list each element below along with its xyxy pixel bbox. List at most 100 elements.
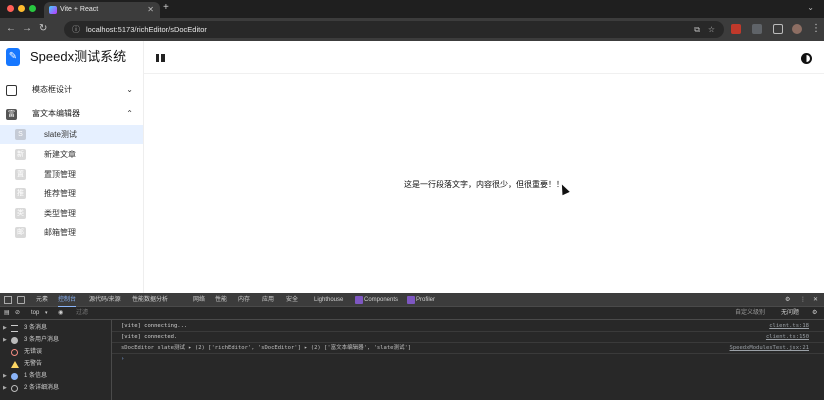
sidebar-item-label: 邮箱管理 bbox=[44, 228, 76, 237]
tab-search-icon[interactable]: ⌄ bbox=[807, 3, 814, 12]
list-item[interactable]: ▶ 3 条消息 bbox=[0, 322, 112, 334]
translate-icon[interactable]: ⧉ bbox=[694, 21, 700, 38]
new-tab-button[interactable]: + bbox=[163, 2, 169, 13]
error-icon bbox=[11, 349, 18, 356]
chevron-down-icon: ▾ bbox=[45, 310, 48, 316]
site-info-icon[interactable]: ⓘ bbox=[72, 21, 80, 38]
maximize-window-button[interactable] bbox=[29, 5, 36, 12]
tab-memory[interactable]: 内存 bbox=[238, 293, 250, 307]
tab-sources[interactable]: 源代码/来源 bbox=[89, 293, 121, 307]
sidebar-toggle-icon[interactable]: ▤ bbox=[4, 307, 10, 320]
list-item[interactable]: ▶ 2 条详细消息 bbox=[0, 382, 112, 394]
chevron-down-icon: ⌄ bbox=[126, 85, 133, 94]
tab-security[interactable]: 安全 bbox=[286, 293, 298, 307]
chevron-up-icon: ⌃ bbox=[126, 109, 133, 118]
extension-icon[interactable] bbox=[731, 24, 741, 34]
browser-tab-strip: Vite + React ✕ + ⌄ bbox=[0, 0, 824, 18]
log-source-link[interactable]: client.ts:18 bbox=[769, 321, 809, 332]
sidebar-item-slate-test[interactable]: S slate测试 bbox=[0, 125, 143, 144]
more-options-icon[interactable]: ⋮ bbox=[800, 293, 806, 307]
minimize-window-button[interactable] bbox=[18, 5, 25, 12]
log-message[interactable]: sDocEditor slate测试 ▸ (2) ['richEditor', … bbox=[121, 343, 411, 354]
device-toolbar-icon[interactable] bbox=[17, 296, 25, 304]
log-source-link[interactable]: client.ts:150 bbox=[766, 332, 809, 343]
reload-icon[interactable]: ↻ bbox=[39, 22, 47, 36]
list-item[interactable]: 无错误 bbox=[0, 346, 112, 358]
sidebar-collapse-icon[interactable] bbox=[156, 54, 165, 62]
user-icon bbox=[11, 337, 18, 344]
sidebar: ✎ Speedx测试系统 模态框设计 ⌄ 富 富文本编辑器 ⌃ S slate测… bbox=[0, 41, 144, 293]
settings-gear-icon[interactable]: ⚙ bbox=[785, 293, 790, 307]
close-tab-icon[interactable]: ✕ bbox=[147, 2, 154, 18]
tab-console[interactable]: 控制台 bbox=[58, 293, 77, 307]
tab-profiler[interactable]: Profiler bbox=[416, 293, 435, 307]
browser-tab[interactable]: Vite + React ✕ bbox=[44, 2, 160, 18]
expand-arrow-icon: ▶ bbox=[3, 373, 7, 379]
close-devtools-icon[interactable]: ✕ bbox=[813, 293, 818, 307]
list-item[interactable]: 无警告 bbox=[0, 358, 112, 370]
brand: ✎ Speedx测试系统 bbox=[0, 41, 144, 73]
clear-console-icon[interactable]: ⊘ bbox=[15, 307, 20, 320]
tab-performance-insights[interactable]: 性能数据分析 bbox=[132, 293, 168, 307]
sidebar-item-label: 推荐管理 bbox=[44, 189, 76, 198]
close-window-button[interactable] bbox=[7, 5, 14, 12]
inspect-element-icon[interactable] bbox=[4, 296, 12, 304]
react-components-icon bbox=[355, 296, 363, 304]
menu-group-rich-text-editor[interactable]: 富 富文本编辑器 ⌃ bbox=[0, 104, 143, 124]
header-divider bbox=[144, 73, 824, 74]
back-icon[interactable]: ← bbox=[6, 22, 16, 36]
list-item-label: 3 条消息 bbox=[24, 325, 48, 331]
tab-elements[interactable]: 元素 bbox=[36, 293, 48, 307]
log-source-link[interactable]: SpeedxModulesTest.jsx:21 bbox=[730, 343, 809, 354]
console-prompt[interactable]: › bbox=[112, 354, 824, 365]
sidebar-item-label: 类型管理 bbox=[44, 209, 76, 218]
list-item[interactable]: ▶ 1 条信息 bbox=[0, 370, 112, 382]
item-letter-icon: 置 bbox=[15, 169, 26, 180]
tab-lighthouse[interactable]: Lighthouse bbox=[314, 293, 343, 307]
item-letter-icon: 邮 bbox=[15, 227, 26, 238]
tab-performance[interactable]: 性能 bbox=[215, 293, 227, 307]
list-item-label: 无警告 bbox=[24, 361, 43, 367]
console-sidebar: ▶ 3 条消息 ▶ 3 条用户消息 无错误 无警告 ▶ 1 条信息 ▶ 2 条详… bbox=[0, 320, 112, 400]
side-panel-icon[interactable] bbox=[773, 24, 783, 34]
info-icon bbox=[11, 373, 18, 380]
warning-icon bbox=[11, 361, 19, 368]
expand-arrow-icon: ▶ bbox=[3, 337, 7, 343]
sidebar-item-recommend-management[interactable]: 推 推荐管理 bbox=[0, 184, 143, 203]
log-message: [vite] connected. bbox=[121, 334, 178, 340]
devtools-tab-bar: 元素 控制台 源代码/来源 性能数据分析 网络 性能 内存 应用 安全 Ligh… bbox=[0, 293, 824, 307]
sidebar-item-label: 新建文章 bbox=[44, 150, 76, 159]
expand-arrow-icon: ▶ bbox=[3, 385, 7, 391]
bookmark-star-icon[interactable]: ☆ bbox=[708, 21, 715, 38]
sidebar-item-label: 置顶管理 bbox=[44, 170, 76, 179]
filter-input[interactable]: 过滤 bbox=[76, 307, 88, 320]
log-level-select[interactable]: 自定义级别 bbox=[735, 307, 765, 320]
sidebar-item-new-article[interactable]: 新 新建文章 bbox=[0, 145, 143, 164]
sidebar-item-pin-management[interactable]: 置 置顶管理 bbox=[0, 165, 143, 184]
tab-title: Vite + React bbox=[60, 6, 99, 13]
context-select[interactable]: top bbox=[31, 307, 39, 320]
theme-toggle-icon[interactable] bbox=[801, 53, 812, 64]
url-text: localhost:5173/richEditor/sDocEditor bbox=[86, 25, 207, 34]
tab-network[interactable]: 网络 bbox=[193, 293, 205, 307]
list-item[interactable]: ▶ 3 条用户消息 bbox=[0, 334, 112, 346]
forward-icon[interactable]: → bbox=[22, 22, 32, 36]
console-settings-icon[interactable]: ⚙ bbox=[812, 307, 817, 320]
console-log-row: [vite] connected. client.ts:150 bbox=[112, 332, 824, 343]
tab-components[interactable]: Components bbox=[364, 293, 398, 307]
mouse-cursor-icon bbox=[558, 182, 570, 196]
more-menu-icon[interactable]: ⋮ bbox=[811, 22, 821, 36]
puzzle-icon[interactable] bbox=[752, 24, 762, 34]
menu-group-modal-design[interactable]: 模态框设计 ⌄ bbox=[0, 80, 143, 100]
tab-application[interactable]: 应用 bbox=[262, 293, 274, 307]
item-letter-icon: 推 bbox=[15, 188, 26, 199]
address-bar[interactable]: ⓘ localhost:5173/richEditor/sDocEditor ⧉… bbox=[64, 21, 724, 38]
sidebar-item-mailbox-management[interactable]: 邮 邮箱管理 bbox=[0, 223, 143, 242]
paragraph-text[interactable]: 这是一行段落文字，内容很少，但很重要！！ bbox=[404, 179, 564, 190]
issues-button[interactable]: 无问题 bbox=[781, 307, 799, 320]
console-log-row: [vite] connecting... client.ts:18 bbox=[112, 321, 824, 332]
prompt-caret-icon: › bbox=[121, 356, 125, 362]
sidebar-item-type-management[interactable]: 类 类型管理 bbox=[0, 204, 143, 223]
eye-icon[interactable]: ◉ bbox=[58, 307, 63, 320]
profile-avatar[interactable] bbox=[792, 24, 802, 34]
